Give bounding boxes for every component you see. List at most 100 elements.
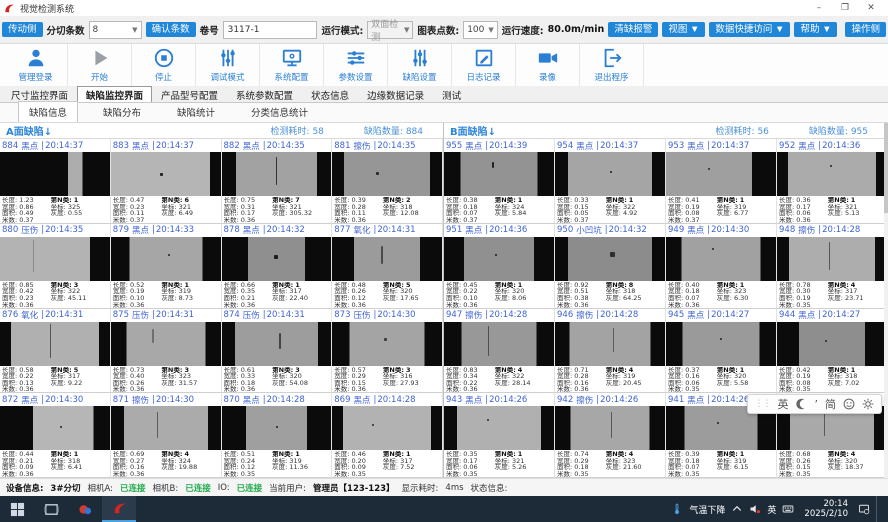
defect-thumbnail[interactable] <box>111 152 221 196</box>
clear-alarm-button[interactable]: 清缺报警 <box>608 22 658 38</box>
toolbar-camera-button[interactable]: 录像 <box>516 44 580 86</box>
operator-side-button[interactable]: 操作侧 <box>845 22 886 38</box>
tray-expand-icon[interactable] <box>731 503 743 515</box>
defect-thumbnail[interactable] <box>0 406 110 450</box>
notification-icon[interactable] <box>858 503 870 515</box>
defect-cell[interactable]: 876 氧化 |20:14:31 长度:0.58宽度:0.22面积:0.13米数… <box>0 309 111 394</box>
defect-cell[interactable]: 883 黑点 |20:14:37 长度:0.47宽度:0.23面积:0.11米数… <box>111 139 222 224</box>
task-view-button[interactable] <box>34 496 68 522</box>
help-menu-button[interactable]: 帮助 ▼ <box>794 22 837 38</box>
thermometer-icon[interactable] <box>671 503 683 515</box>
ime-punctuation[interactable]: ’ <box>815 398 819 411</box>
ime-drag-handle-icon[interactable]: ⋮⋮ <box>755 399 771 409</box>
confirm-count-button[interactable]: 确认条数 <box>146 22 196 38</box>
ime-simplified[interactable]: 简 <box>825 396 836 412</box>
vertical-scrollbar[interactable] <box>884 123 888 478</box>
defect-thumbnail[interactable] <box>777 152 887 196</box>
sub-tab-2[interactable]: 缺陷统计 <box>166 101 226 122</box>
taskbar-app-inspection-active[interactable] <box>102 496 136 522</box>
main-tab-0[interactable]: 尺寸监控界面 <box>2 86 77 102</box>
slit-count-select[interactable]: 8▼ <box>89 21 142 39</box>
main-tab-2[interactable]: 产品型号配置 <box>152 86 227 102</box>
language-indicator[interactable]: 英 <box>767 503 776 516</box>
roll-number-input[interactable]: 3117-1 <box>223 21 318 39</box>
defect-cell[interactable]: 948 擦伤 |20:14:28 长度:0.78宽度:0.30面积:0.19米数… <box>777 224 888 309</box>
defect-cell[interactable]: 944 黑点 |20:14:27 长度:0.42宽度:0.19面积:0.08米数… <box>777 309 888 394</box>
defect-cell[interactable]: 954 黑点 |20:14:37 长度:0.33宽度:0.15面积:0.05米数… <box>555 139 666 224</box>
toolbar-monitor-button[interactable]: 系统配置 <box>260 44 324 86</box>
defect-cell[interactable]: 870 黑点 |20:14:28 长度:0.51宽度:0.24面积:0.12米数… <box>222 393 333 478</box>
defect-thumbnail[interactable] <box>555 406 665 450</box>
toolbar-user-button[interactable]: 管理登录 <box>4 44 68 86</box>
defect-cell[interactable]: 943 黑点 |20:14:26 长度:0.35宽度:0.17面积:0.06米数… <box>444 393 555 478</box>
defect-thumbnail[interactable] <box>555 237 665 281</box>
toolbar-defect-sliders-button[interactable]: 缺陷设置 <box>388 44 452 86</box>
defect-cell[interactable]: 950 小凹坑 |20:14:32 长度:0.92宽度:0.51面积:0.38米… <box>555 224 666 309</box>
maximize-button[interactable]: ❐ <box>832 1 858 16</box>
defect-thumbnail[interactable] <box>444 237 554 281</box>
close-button[interactable]: ✕ <box>858 1 884 16</box>
defect-thumbnail[interactable] <box>0 322 110 366</box>
defect-cell[interactable]: 953 黑点 |20:14:37 长度:0.41宽度:0.19面积:0.08米数… <box>666 139 777 224</box>
ime-language-bar[interactable]: ⋮⋮ 英 ’ 简 <box>747 394 883 414</box>
toolbar-play-button[interactable]: 开始 <box>68 44 132 86</box>
defect-thumbnail[interactable] <box>222 237 332 281</box>
toolbar-stop-button[interactable]: 停止 <box>132 44 196 86</box>
defect-thumbnail[interactable] <box>222 322 332 366</box>
defect-cell[interactable]: 945 黑点 |20:14:27 长度:0.37宽度:0.16面积:0.06米数… <box>666 309 777 394</box>
gear-icon[interactable] <box>862 398 874 410</box>
drive-side-button[interactable]: 传动侧 <box>2 22 43 38</box>
defect-thumbnail[interactable] <box>555 322 665 366</box>
quick-access-menu-button[interactable]: 数据快捷访问 ▼ <box>709 22 790 38</box>
defect-thumbnail[interactable] <box>222 406 332 450</box>
defect-cell[interactable]: 947 擦伤 |20:14:28 长度:0.83宽度:0.34面积:0.22米数… <box>444 309 555 394</box>
toolbar-log-button[interactable]: 日志记录 <box>452 44 516 86</box>
defect-thumbnail[interactable] <box>444 322 554 366</box>
defect-thumbnail[interactable] <box>666 152 776 196</box>
chart-points-select[interactable]: 100▼ <box>463 21 498 39</box>
defect-thumbnail[interactable] <box>777 237 887 281</box>
defect-cell[interactable]: 882 黑点 |20:14:35 长度:0.75宽度:0.31面积:0.17米数… <box>222 139 333 224</box>
scrollbar-thumb[interactable] <box>884 123 888 213</box>
defect-cell[interactable]: 877 氧化 |20:14:31 长度:0.48宽度:0.26面积:0.12米数… <box>332 224 443 309</box>
defect-cell[interactable]: 946 擦伤 |20:14:28 长度:0.71宽度:0.28面积:0.16米数… <box>555 309 666 394</box>
defect-cell[interactable]: 951 黑点 |20:14:36 长度:0.45宽度:0.22面积:0.10米数… <box>444 224 555 309</box>
defect-cell[interactable]: 872 黑点 |20:14:30 长度:0.44宽度:0.21面积:0.09米数… <box>0 393 111 478</box>
defect-cell[interactable]: 874 压伤 |20:14:31 长度:0.61宽度:0.33面积:0.18米数… <box>222 309 333 394</box>
defect-thumbnail[interactable] <box>666 322 776 366</box>
defect-cell[interactable]: 878 黑点 |20:14:32 长度:0.66宽度:0.35面积:0.21米数… <box>222 224 333 309</box>
defect-thumbnail[interactable] <box>0 152 110 196</box>
defect-thumbnail[interactable] <box>444 152 554 196</box>
defect-thumbnail[interactable] <box>111 406 221 450</box>
defect-cell[interactable]: 873 压伤 |20:14:30 长度:0.57宽度:0.29面积:0.15米数… <box>332 309 443 394</box>
taskbar-clock[interactable]: 20:14 2025/2/10 <box>800 499 852 519</box>
volume-icon[interactable] <box>749 503 761 515</box>
defect-thumbnail[interactable] <box>332 152 442 196</box>
weather-text[interactable]: 气温下降 <box>689 503 725 516</box>
toolbar-exit-button[interactable]: 退出程序 <box>580 44 644 86</box>
defect-cell[interactable]: 942 擦伤 |20:14:26 长度:0.74宽度:0.29面积:0.18米数… <box>555 393 666 478</box>
moon-halfwidth-icon[interactable] <box>796 398 808 410</box>
defect-thumbnail[interactable] <box>222 152 332 196</box>
defect-cell[interactable]: 949 黑点 |20:14:30 长度:0.40宽度:0.18面积:0.07米数… <box>666 224 777 309</box>
defect-cell[interactable]: 881 擦伤 |20:14:35 长度:0.39宽度:0.28面积:0.11米数… <box>332 139 443 224</box>
defect-cell[interactable]: 869 黑点 |20:14:28 长度:0.46宽度:0.20面积:0.09米数… <box>332 393 443 478</box>
toolbar-debug-sliders-button[interactable]: 调试模式 <box>196 44 260 86</box>
defect-thumbnail[interactable] <box>111 322 221 366</box>
defect-cell[interactable]: 871 擦伤 |20:14:30 长度:0.69宽度:0.27面积:0.16米数… <box>111 393 222 478</box>
defect-thumbnail[interactable] <box>111 237 221 281</box>
defect-thumbnail[interactable] <box>777 322 887 366</box>
start-button[interactable] <box>0 496 34 522</box>
sub-tab-3[interactable]: 分类信息统计 <box>240 101 319 122</box>
sub-tab-1[interactable]: 缺陷分布 <box>92 101 152 122</box>
emoji-icon[interactable] <box>843 398 855 410</box>
defect-cell[interactable]: 879 黑点 |20:14:33 长度:0.52宽度:0.19面积:0.10米数… <box>111 224 222 309</box>
view-menu-button[interactable]: 视图 ▼ <box>662 22 705 38</box>
taskbar-app-icon[interactable] <box>68 496 102 522</box>
show-desktop-button[interactable] <box>876 496 884 522</box>
minimize-button[interactable]: – <box>806 1 832 16</box>
defect-thumbnail[interactable] <box>444 406 554 450</box>
main-tab-6[interactable]: 测试 <box>433 86 470 102</box>
main-tab-5[interactable]: 边缘数据记录 <box>358 86 433 102</box>
run-mode-select[interactable]: 双面检测▼ <box>367 21 413 39</box>
